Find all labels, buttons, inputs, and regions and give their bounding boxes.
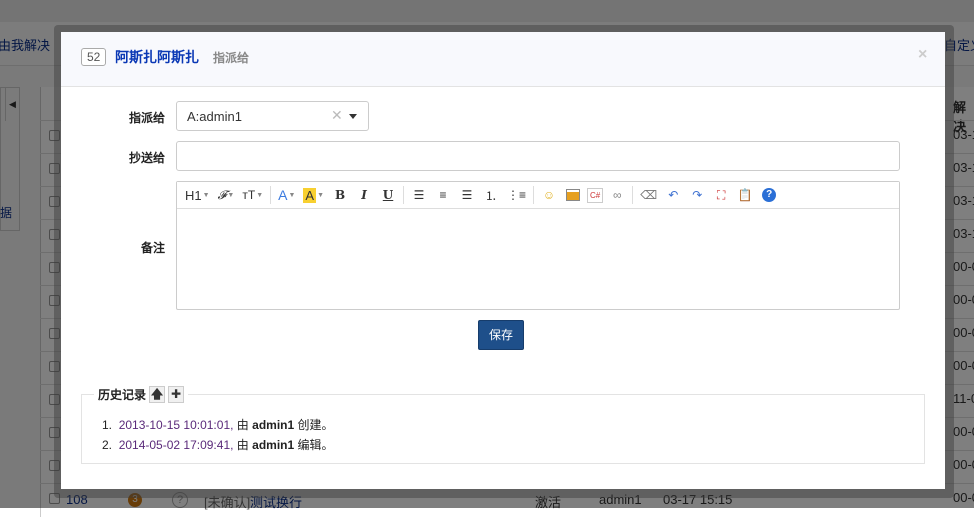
entry-by: 由 [236, 418, 249, 432]
undo-icon[interactable]: ↶ [663, 185, 683, 205]
heading-button[interactable]: H1 ▼ [183, 185, 212, 205]
align-right-icon[interactable]: ☰ [457, 185, 477, 205]
font-color-button[interactable]: A ▼ [276, 185, 297, 205]
editor-toolbar: H1 ▼ 𝓕 ▼ тT ▼ A ▼ A ▼ B I U ☰ ≡ ☰ ⒈ ⋮≡ ☺ C# ∞… [177, 182, 899, 209]
entry-datetime: 2013-10-15 10:01:01, [118, 418, 234, 432]
font-size-button[interactable]: тT ▼ [240, 185, 265, 205]
code-icon[interactable]: C# [587, 187, 604, 203]
modal-subtitle: 指派给 [213, 51, 250, 65]
align-center-icon[interactable]: ≡ [433, 185, 453, 205]
unordered-list-icon[interactable]: ⋮≡ [505, 185, 528, 205]
chevron-down-icon[interactable] [349, 114, 357, 119]
redo-icon[interactable]: ↷ [687, 185, 707, 205]
comment-editor[interactable]: H1 ▼ 𝓕 ▼ тT ▼ A ▼ A ▼ B I U ☰ ≡ ☰ ⒈ ⋮≡ ☺ C# ∞… [176, 181, 900, 310]
history-entry: 1. 2013-10-15 10:01:01, 由 admin1 创建。 [102, 416, 334, 433]
plus-icon[interactable]: ✚ [168, 386, 185, 403]
entry-datetime: 2014-05-02 17:09:41, [118, 438, 234, 452]
toolbar-divider [632, 186, 634, 204]
history-title: 历史记录 [98, 388, 147, 402]
entry-user: admin1 [252, 438, 295, 452]
image-icon[interactable] [563, 185, 583, 205]
underline-button[interactable]: U [378, 185, 398, 205]
assign-label: 指派给 [128, 111, 165, 125]
comment-label: 备注 [140, 241, 165, 255]
font-family-button[interactable]: 𝓕 ▼ [216, 185, 237, 205]
bold-button[interactable]: B [330, 185, 350, 205]
fullscreen-icon[interactable]: ⛶ [711, 185, 731, 205]
highlight-button[interactable]: A ▼ [301, 185, 326, 205]
save-button[interactable]: 保存 [478, 320, 524, 350]
entry-by: 由 [236, 438, 249, 452]
history-section: 历史记录 🡅 ✚ 1. 2013-10-15 10:01:01, 由 admin… [81, 386, 925, 464]
ordered-list-icon[interactable]: ⒈ [481, 185, 501, 205]
entry-user: admin1 [252, 418, 295, 432]
entry-number: 2. [102, 438, 113, 452]
toolbar-divider [403, 186, 405, 204]
assign-value: A:admin1 [187, 109, 242, 124]
entry-action: 编辑。 [297, 438, 334, 452]
modal-header: 52 阿斯扎阿斯扎 指派给 × [61, 32, 945, 87]
paste-icon[interactable]: 📋 [735, 185, 755, 205]
modal-title: 阿斯扎阿斯扎 [115, 49, 199, 65]
arrow-up-icon[interactable]: 🡅 [149, 386, 166, 403]
italic-button[interactable]: I [354, 185, 374, 205]
assign-select[interactable]: A:admin1 ✕ [176, 101, 369, 131]
close-icon[interactable]: × [918, 46, 927, 64]
entry-number: 1. [102, 418, 113, 432]
toolbar-divider [270, 186, 272, 204]
history-entry: 2. 2014-05-02 17:09:41, 由 admin1 编辑。 [102, 436, 334, 453]
clear-icon[interactable]: ✕ [331, 107, 343, 124]
cc-input[interactable] [176, 141, 900, 171]
eraser-icon[interactable]: ⌫ [638, 185, 659, 205]
toolbar-divider [533, 186, 535, 204]
cc-label: 抄送给 [128, 151, 165, 165]
history-legend: 历史记录 🡅 ✚ [94, 386, 189, 403]
align-left-icon[interactable]: ☰ [409, 185, 429, 205]
link-icon[interactable]: ∞ [607, 185, 627, 205]
entry-action: 创建。 [297, 418, 334, 432]
emoticon-icon[interactable]: ☺ [539, 185, 559, 205]
id-badge: 52 [81, 48, 107, 66]
assign-modal: 52 阿斯扎阿斯扎 指派给 × 指派给 A:admin1 ✕ 抄送给 备注 H1… [61, 32, 945, 489]
help-icon[interactable]: ? [759, 185, 779, 205]
